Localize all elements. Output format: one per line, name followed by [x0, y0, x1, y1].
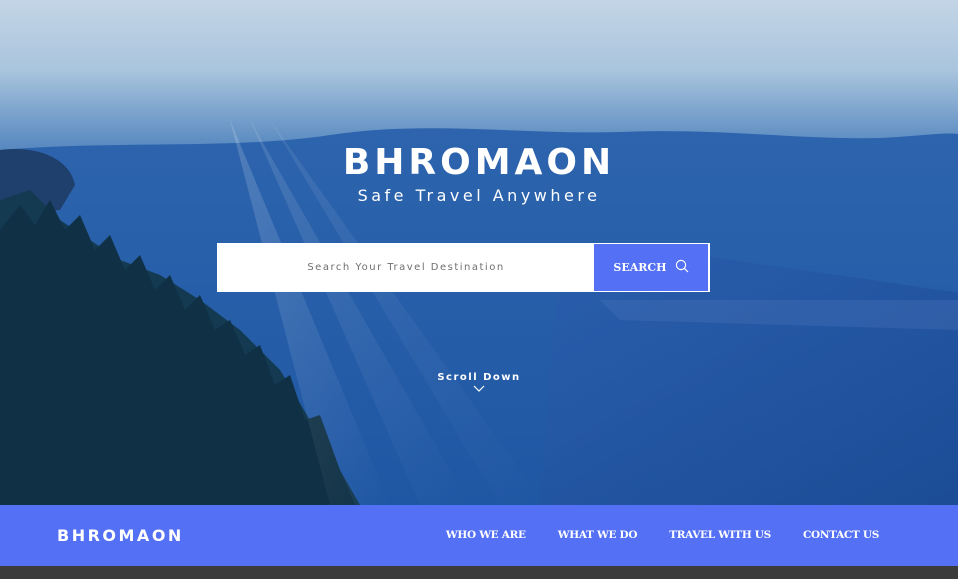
- scroll-down-link[interactable]: Scroll Down: [0, 372, 958, 396]
- nav-link-what-we-do[interactable]: WHAT WE DO: [558, 529, 638, 541]
- page-content-strip: [0, 566, 958, 579]
- nav-link-contact-us[interactable]: CONTACT US: [803, 529, 879, 541]
- search-button[interactable]: SEARCH: [594, 244, 708, 291]
- nav-link-travel-with-us[interactable]: TRAVEL WITH US: [669, 529, 771, 541]
- nav-links: WHO WE ARE WHAT WE DO TRAVEL WITH US CON…: [446, 529, 879, 541]
- search-button-label: SEARCH: [613, 261, 667, 274]
- hero-subtitle: Safe Travel Anywhere: [357, 186, 601, 205]
- search-icon: [675, 259, 689, 276]
- hero-title: BHROMAON: [342, 142, 616, 183]
- chevron-down-icon: [0, 385, 958, 396]
- scroll-down-label: Scroll Down: [437, 372, 521, 383]
- search-bar: SEARCH: [217, 243, 710, 292]
- search-input[interactable]: [218, 244, 594, 291]
- navbar: BHROMAON WHO WE ARE WHAT WE DO TRAVEL WI…: [0, 505, 958, 566]
- nav-link-who-we-are[interactable]: WHO WE ARE: [446, 529, 526, 541]
- brand-logo[interactable]: BHROMAON: [57, 526, 184, 545]
- hero-section: BHROMAON Safe Travel Anywhere SEARCH Scr…: [0, 0, 958, 505]
